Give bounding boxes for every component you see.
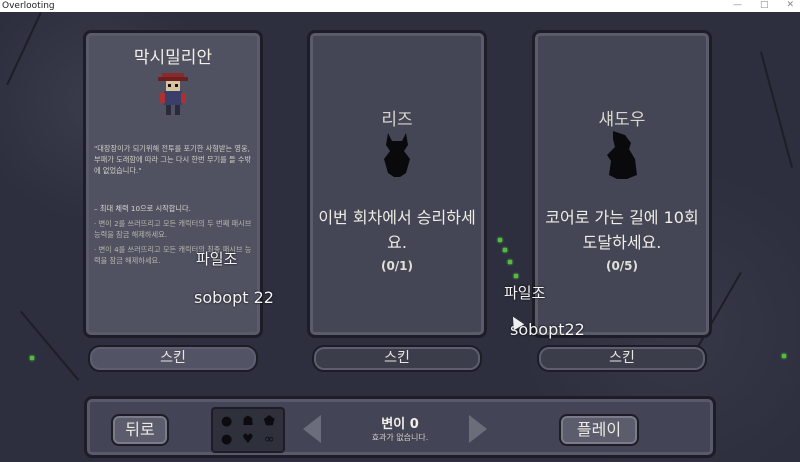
unlock-progress: (0/1) — [380, 259, 414, 273]
skin-button[interactable]: 스킨 — [88, 345, 258, 372]
window-controls: — □ ✕ — [733, 0, 794, 10]
skin-button[interactable]: 스킨 — [537, 345, 707, 372]
skull-icon: ☗ — [242, 413, 254, 429]
bottom-control-bar: 뒤로 ● ☗ ⬟ ● ♥ ∞ 변이 0 효과가 없습니다. 플레이 — [84, 396, 716, 458]
infinity-icon: ∞ — [263, 431, 275, 447]
character-select-screen: 막시밀리안 "대장장이가 되기위해 전투를 포기한 사형받는 영웅, 부패가 도… — [0, 12, 800, 462]
difficulty-title: 변이 0 — [381, 417, 419, 432]
vine-leaf — [508, 260, 512, 264]
minimize-button[interactable]: — — [733, 0, 742, 10]
overlay-text: 파일조 — [196, 250, 238, 268]
vine-leaf — [498, 238, 502, 242]
mutation-icon-grid: ● ☗ ⬟ ● ♥ ∞ — [211, 407, 285, 453]
background-crack — [6, 12, 42, 86]
character-name: 막시밀리안 — [133, 48, 213, 68]
vine-leaf — [503, 248, 507, 252]
unlock-progress: (0/5) — [605, 259, 639, 273]
vine-leaf — [782, 354, 786, 358]
window-title-bar: Overlooting — □ ✕ — [0, 0, 800, 12]
vine-leaf — [514, 274, 518, 278]
unlock-quest: 코어로 가는 길에 10회 도달하세요. — [545, 208, 699, 252]
character-description: "대장장이가 되기위해 전투를 포기한 사형받는 영웅, 부패가 도래함에 따라… — [94, 144, 252, 175]
background-crack — [20, 310, 80, 381]
background-crack — [760, 51, 793, 168]
maximize-button[interactable]: □ — [760, 0, 769, 10]
character-card-liz[interactable]: 리즈 이번 회차에서 승리하세요. (0/1) — [307, 30, 487, 338]
back-button[interactable]: 뒤로 — [111, 414, 169, 446]
next-difficulty-arrow-icon[interactable] — [469, 415, 487, 443]
close-button[interactable]: ✕ — [786, 0, 794, 10]
shadow-silhouette-icon — [607, 131, 637, 179]
play-button[interactable]: 플레이 — [559, 414, 639, 446]
overlay-text: sobopt 22 — [194, 288, 274, 307]
character-name: 리즈 — [381, 110, 413, 130]
heart-icon: ♥ — [242, 431, 254, 447]
vine-leaf — [30, 356, 34, 360]
ability-item: · 변이 2를 쓰러뜨리고 모든 캐릭터의 두 번째 패시브 능력을 잠금 해제… — [94, 219, 252, 239]
ability-item: – 최대 체력 10으로 시작합니다. — [94, 204, 191, 213]
prev-difficulty-arrow-icon[interactable] — [303, 415, 321, 443]
overlay-text: 파일조 — [504, 284, 546, 302]
difficulty-description: 효과가 없습니다. — [371, 433, 429, 442]
maximilian-portrait-icon — [158, 73, 188, 115]
window-title: Overlooting — [2, 1, 55, 11]
skin-button[interactable]: 스킨 — [312, 345, 482, 372]
unlock-quest: 이번 회차에서 승리하세요. — [318, 208, 476, 252]
flame-icon: ● — [220, 431, 233, 447]
shield-icon: ⬟ — [263, 413, 275, 429]
liz-silhouette-icon — [384, 133, 410, 177]
character-name: 섀도우 — [598, 110, 646, 130]
character-card-shadow[interactable]: 섀도우 코어로 가는 길에 10회 도달하세요. (0/5) — [532, 30, 712, 338]
drop-icon: ● — [220, 413, 233, 429]
